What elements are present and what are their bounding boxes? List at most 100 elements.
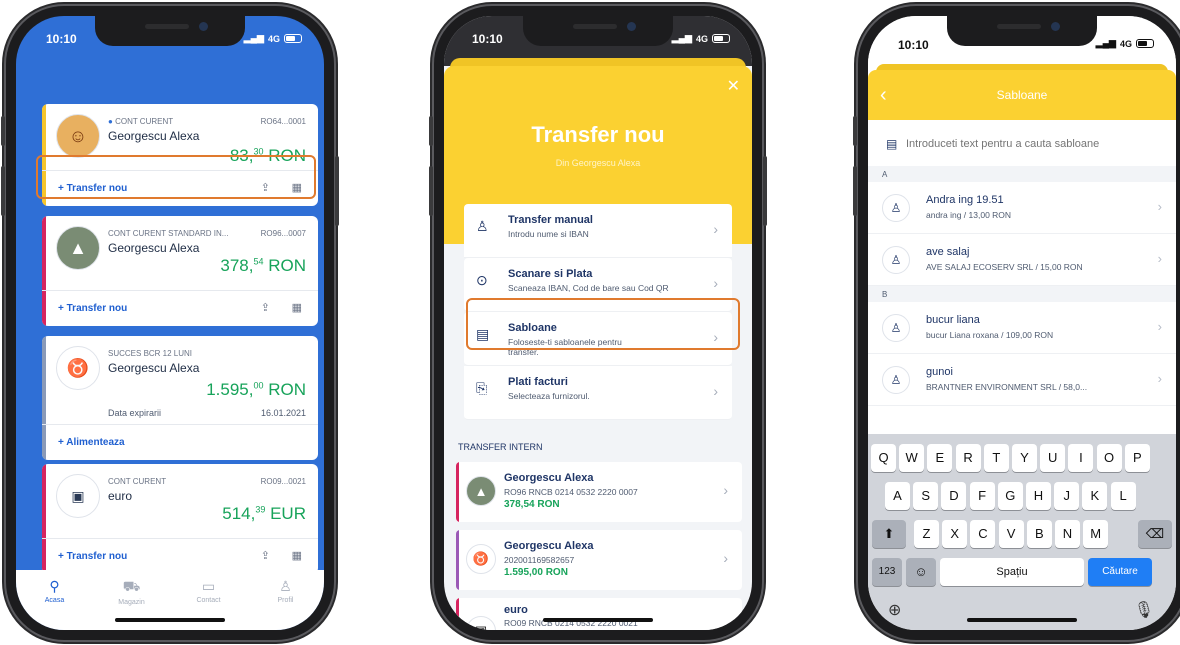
microphone-icon[interactable]: 🎙︎ [1134, 600, 1154, 620]
templates-header: ‹ Sabloane [868, 70, 1176, 120]
person-icon: ♙ [476, 218, 489, 234]
key-y[interactable]: Y [1012, 444, 1037, 472]
backspace-key[interactable]: ⌫ [1138, 520, 1172, 548]
internal-iban: 202001169582657 [504, 555, 575, 565]
key-u[interactable]: U [1040, 444, 1066, 472]
cart-icon: ⛟ [122, 578, 141, 594]
account-iban: RO96...0007 [260, 229, 306, 238]
internal-account[interactable]: ▣ euro RO09 RNCB 0214 0532 2220 0021 [456, 598, 742, 630]
chevron-right-icon: › [713, 221, 718, 237]
qr-code-icon[interactable]: ▦ [292, 549, 302, 562]
numbers-key[interactable]: 123 [872, 558, 902, 586]
key-d[interactable]: D [941, 482, 967, 510]
key-q[interactable]: Q [871, 444, 896, 472]
battery-icon [712, 34, 730, 43]
template-name: gunoi [926, 366, 953, 378]
template-item[interactable]: ♙ gunoi BRANTNER ENVIRONMENT SRL / 58,0.… [868, 354, 1176, 406]
key-b[interactable]: B [1026, 520, 1052, 548]
key-v[interactable]: V [998, 520, 1024, 548]
tab-shop[interactable]: ⛟ Magazin [102, 578, 162, 630]
internal-account[interactable]: ▲ Georgescu Alexa RO96 RNCB 0214 0532 22… [456, 462, 742, 522]
key-w[interactable]: W [899, 444, 925, 472]
account-holder: Georgescu Alexa [108, 129, 200, 143]
key-m[interactable]: M [1083, 520, 1109, 548]
chat-icon: ▭ [201, 578, 216, 594]
key-p[interactable]: P [1124, 444, 1150, 472]
internal-amount: 378,54 RON [504, 499, 560, 510]
search-input[interactable] [906, 132, 1164, 156]
search-bar: ▤ [882, 130, 1168, 160]
key-a[interactable]: A [885, 482, 910, 510]
account-card[interactable]: ▣ CONT CURENT RO09...0021 euro 514,39 EU… [42, 464, 318, 574]
on-screen-keyboard: QWERTYUIOP ASDFGHJKL ⬆ ⌫ ZXCVBNM 123 ☺ S… [868, 434, 1176, 630]
template-name: bucur liana [926, 314, 980, 326]
option-subtitle: Scaneaza IBAN, Cod de bare sau Cod QR [508, 283, 669, 293]
key-t[interactable]: T [983, 444, 1009, 472]
transfer-new-link[interactable]: + Transfer nou [58, 551, 127, 562]
option-subtitle: Selecteaza furnizorul. [508, 391, 590, 401]
account-type: ● CONT CURENT [108, 117, 174, 126]
key-f[interactable]: F [969, 482, 995, 510]
transfer-new-link[interactable]: + Transfer nou [58, 303, 127, 314]
globe-icon[interactable]: ⊕ [888, 600, 901, 620]
chevron-right-icon: › [713, 383, 718, 399]
account-iban: RO64...0001 [260, 117, 306, 126]
option-manual-transfer[interactable]: ♙ Transfer manual Introdu nume si IBAN › [464, 204, 732, 258]
cash-icon: ▣ [56, 474, 100, 518]
template-item[interactable]: ♙ ave salaj AVE SALAJ ECOSERV SRL / 15,0… [868, 234, 1176, 286]
key-r[interactable]: R [955, 444, 981, 472]
key-h[interactable]: H [1026, 482, 1051, 510]
savings-card[interactable]: ♉ SUCCES BCR 12 LUNI Georgescu Alexa 1.5… [42, 336, 318, 460]
account-actions: + Alimenteaza [42, 424, 318, 460]
chevron-right-icon: › [1157, 251, 1162, 266]
internal-name: Georgescu Alexa [504, 472, 594, 484]
shift-key[interactable]: ⬆ [872, 520, 906, 548]
status-time: 10:10 [472, 32, 503, 46]
share-icon[interactable]: ⇪ [261, 301, 270, 314]
internal-account[interactable]: ♉ Georgescu Alexa 202001169582657 1.595,… [456, 530, 742, 590]
key-g[interactable]: G [997, 482, 1023, 510]
key-s[interactable]: S [913, 482, 939, 510]
account-card[interactable]: ▲ CONT CURENT STANDARD IN... RO96...0007… [42, 216, 318, 326]
key-j[interactable]: J [1054, 482, 1080, 510]
key-n[interactable]: N [1055, 520, 1080, 548]
person-icon: ♙ [882, 314, 910, 342]
key-x[interactable]: X [942, 520, 968, 548]
internal-name: euro [504, 604, 528, 616]
qr-code-icon[interactable]: ▦ [292, 301, 302, 314]
option-subtitle: Introdu nume si IBAN [508, 229, 589, 239]
space-key[interactable]: Spațiu [940, 558, 1084, 586]
account-holder: euro [108, 489, 133, 503]
key-e[interactable]: E [927, 444, 953, 472]
option-bill-payments[interactable]: ⎘ Plati facturi Selecteaza furnizorul. › [464, 366, 732, 420]
piggy-bank-icon: ♉ [56, 346, 100, 390]
key-l[interactable]: L [1110, 482, 1136, 510]
avatar: ▲ [56, 226, 100, 270]
signal-icon: ▂▄▆ [1095, 38, 1116, 48]
account-balance: 514,39 EUR [222, 504, 306, 523]
share-icon[interactable]: ⇪ [261, 549, 270, 562]
account-holder: Georgescu Alexa [108, 241, 200, 255]
key-c[interactable]: C [970, 520, 996, 548]
close-icon[interactable]: ✕ [727, 76, 740, 96]
tab-contact[interactable]: ▭ Contact [179, 578, 239, 630]
person-icon: ♙ [882, 194, 910, 222]
expiry-label: Data expirarii [108, 408, 162, 418]
key-k[interactable]: K [1082, 482, 1108, 510]
chevron-right-icon: › [713, 275, 718, 291]
key-z[interactable]: Z [914, 520, 939, 548]
chevron-right-icon: › [723, 482, 728, 498]
search-key[interactable]: Căutare [1088, 558, 1152, 586]
page-subtitle: Din Georgescu Alexa [555, 158, 641, 168]
template-item[interactable]: ♙ Andra ing 19.51 andra ing / 13,00 RON … [868, 182, 1176, 234]
emoji-key[interactable]: ☺ [906, 558, 936, 586]
key-o[interactable]: O [1096, 444, 1122, 472]
top-up-link[interactable]: + Alimenteaza [58, 437, 125, 448]
avatar: ☺ [56, 114, 100, 158]
tab-profile[interactable]: ♙ Profil [256, 578, 316, 630]
phone-templates: 10:10 ▂▄▆4G ‹ Sabloane ▤ A ♙ Andra ing 1… [853, 6, 1180, 640]
template-item[interactable]: ♙ bucur liana bucur Liana roxana / 109,0… [868, 302, 1176, 354]
tab-home[interactable]: ⚲ Acasa [25, 578, 85, 630]
page-title: Sabloane [996, 88, 1048, 102]
key-i[interactable]: I [1068, 444, 1094, 472]
